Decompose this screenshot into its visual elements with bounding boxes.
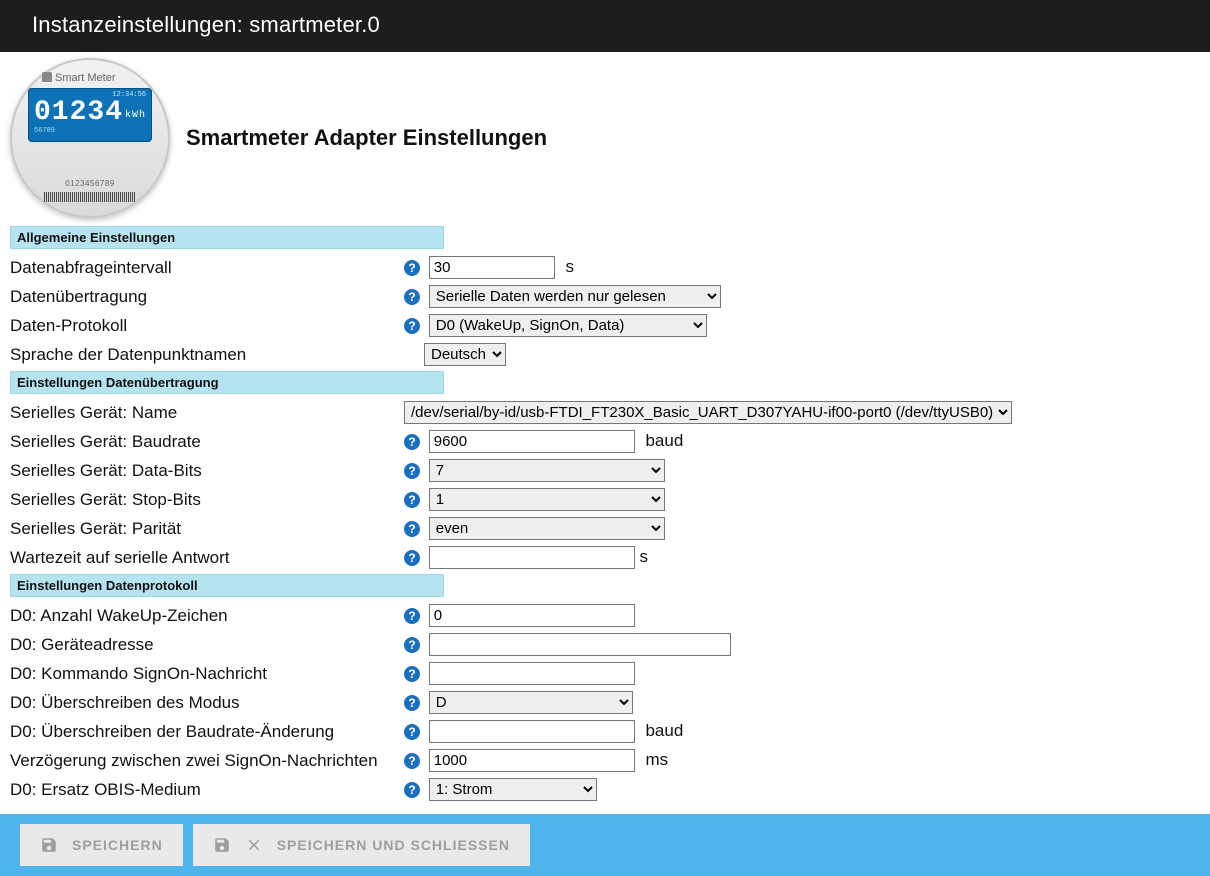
help-icon[interactable]: ? <box>404 289 420 305</box>
input-d0-signon-delay[interactable] <box>429 749 635 772</box>
footer-bar: Speichern Speichern und Schliessen <box>0 814 1210 876</box>
help-icon[interactable]: ? <box>404 782 420 798</box>
unit-baud: baud <box>645 431 683 450</box>
label-d0-mode-override: D0: Überschreiben des Modus <box>10 688 404 717</box>
input-d0-baud-override[interactable] <box>429 720 635 743</box>
help-icon[interactable]: ? <box>404 753 420 769</box>
save-close-button[interactable]: Speichern und Schliessen <box>193 824 530 866</box>
section-protocol: Einstellungen Datenprotokoll <box>10 574 444 597</box>
help-icon[interactable]: ? <box>404 724 420 740</box>
help-icon[interactable]: ? <box>404 463 420 479</box>
label-dp-language: Sprache der Datenpunktnamen <box>10 340 404 369</box>
section-general: Allgemeine Einstellungen <box>10 226 444 249</box>
label-poll-interval: Datenabfrageintervall <box>10 253 404 282</box>
help-icon[interactable]: ? <box>404 260 420 276</box>
select-d0-obis-medium[interactable]: 1: Strom <box>429 778 597 801</box>
label-serial-stopbits: Serielles Gerät: Stop-Bits <box>10 485 404 514</box>
select-d0-mode[interactable]: D <box>429 691 633 714</box>
input-poll-interval[interactable] <box>429 256 555 279</box>
label-serial-timeout: Wartezeit auf serielle Antwort <box>10 543 404 572</box>
help-icon[interactable]: ? <box>404 434 420 450</box>
label-serial-name: Serielles Gerät: Name <box>10 398 404 427</box>
label-d0-baud-override: D0: Überschreiben der Baudrate-Änderung <box>10 717 404 746</box>
select-serial-device[interactable]: /dev/serial/by-id/usb-FTDI_FT230X_Basic_… <box>404 401 1012 424</box>
close-icon <box>245 836 263 854</box>
unit-seconds: s <box>639 547 648 566</box>
label-serial-baud: Serielles Gerät: Baudrate <box>10 427 404 456</box>
input-resp-timeout[interactable] <box>429 546 635 569</box>
help-icon[interactable]: ? <box>404 492 420 508</box>
save-button-label: Speichern <box>72 837 163 853</box>
help-icon[interactable]: ? <box>404 550 420 566</box>
label-d0-signon-delay: Verzögerung zwischen zwei SignOn-Nachric… <box>10 746 404 775</box>
section-transport: Einstellungen Datenübertragung <box>10 371 444 394</box>
select-protocol[interactable]: D0 (WakeUp, SignOn, Data) <box>429 314 707 337</box>
label-transport: Datenübertragung <box>10 282 404 311</box>
adapter-icon: Smart Meter 12:34:56 01234kWh 56789 0123… <box>10 58 170 218</box>
help-icon[interactable]: ? <box>404 318 420 334</box>
save-button[interactable]: Speichern <box>20 824 183 866</box>
help-icon[interactable]: ? <box>404 521 420 537</box>
unit-seconds: s <box>565 257 574 276</box>
save-icon <box>213 836 231 854</box>
label-protocol: Daten-Protokoll <box>10 311 404 340</box>
unit-baud: baud <box>645 721 683 740</box>
input-d0-wakeup[interactable] <box>429 604 635 627</box>
label-d0-signon-cmd: D0: Kommando SignOn-Nachricht <box>10 659 404 688</box>
meter-lcd: 12:34:56 01234kWh 56789 <box>28 88 152 142</box>
help-icon[interactable]: ? <box>404 608 420 624</box>
select-transport[interactable]: Serielle Daten werden nur gelesen <box>429 285 721 308</box>
label-serial-databits: Serielles Gerät: Data-Bits <box>10 456 404 485</box>
page-title: Smartmeter Adapter Einstellungen <box>186 125 547 151</box>
label-d0-obis-medium: D0: Ersatz OBIS-Medium <box>10 775 404 804</box>
select-dp-language[interactable]: Deutsch <box>424 343 506 366</box>
label-d0-wakeup: D0: Anzahl WakeUp-Zeichen <box>10 601 404 630</box>
help-icon[interactable]: ? <box>404 637 420 653</box>
input-d0-device-addr[interactable] <box>429 633 731 656</box>
select-databits[interactable]: 7 <box>429 459 665 482</box>
save-close-button-label: Speichern und Schliessen <box>277 837 510 853</box>
input-baudrate[interactable] <box>429 430 635 453</box>
help-icon[interactable]: ? <box>404 666 420 682</box>
window-title: Instanzeinstellungen: smartmeter.0 <box>0 0 1210 52</box>
select-parity[interactable]: even <box>429 517 665 540</box>
select-stopbits[interactable]: 1 <box>429 488 665 511</box>
label-serial-parity: Serielles Gerät: Parität <box>10 514 404 543</box>
unit-ms: ms <box>645 750 668 769</box>
meter-brand-label: Smart Meter <box>42 72 116 84</box>
help-icon[interactable]: ? <box>404 695 420 711</box>
label-d0-device-addr: D0: Geräteadresse <box>10 630 404 659</box>
input-d0-signon-cmd[interactable] <box>429 662 635 685</box>
save-icon <box>40 836 58 854</box>
